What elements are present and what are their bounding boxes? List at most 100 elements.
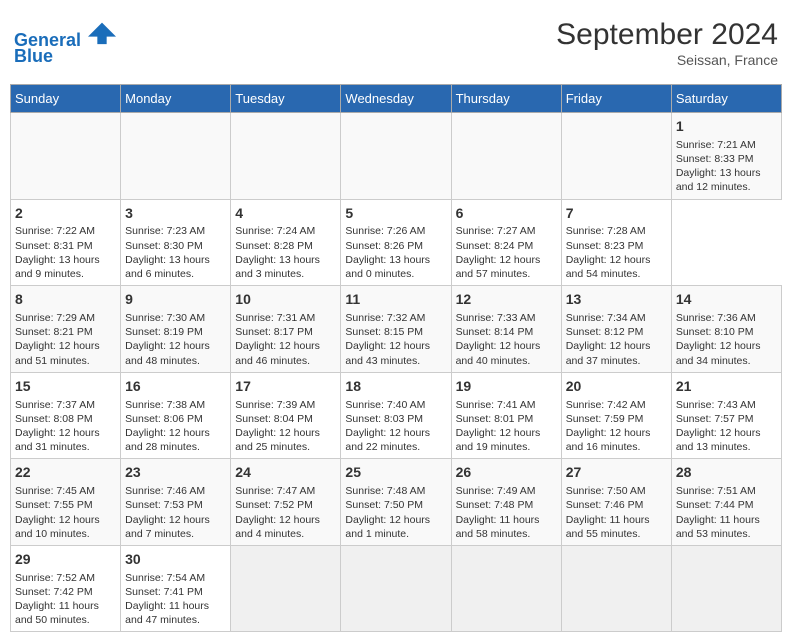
day-info: Sunrise: 7:21 AMSunset: 8:33 PMDaylight:… (676, 138, 777, 195)
day-info: Sunrise: 7:31 AMSunset: 8:17 PMDaylight:… (235, 311, 336, 368)
calendar-cell: 25 Sunrise: 7:48 AMSunset: 7:50 PMDayligh… (341, 459, 451, 546)
calendar-cell: 9Sunrise: 7:30 AMSunset: 8:19 PMDaylight… (121, 286, 231, 373)
calendar-cell: 2Sunrise: 7:22 AMSunset: 8:31 PMDaylight… (11, 199, 121, 286)
day-info: Sunrise: 7:24 AMSunset: 8:28 PMDaylight:… (235, 224, 336, 281)
day-info: Sunrise: 7:48 AMSunset: 7:50 PMDaylight:… (345, 484, 446, 541)
calendar-cell (561, 545, 671, 632)
day-number: 7 (566, 204, 667, 223)
calendar-cell: 13 Sunrise: 7:34 AMSunset: 8:12 PMDayligh… (561, 286, 671, 373)
day-info: Sunrise: 7:27 AMSunset: 8:24 PMDaylight:… (456, 224, 557, 281)
calendar-cell: 23Sunrise: 7:46 AMSunset: 7:53 PMDayligh… (121, 459, 231, 546)
calendar-cell (561, 113, 671, 200)
day-info: Sunrise: 7:33 AMSunset: 8:14 PMDaylight:… (456, 311, 557, 368)
calendar-cell: 24 Sunrise: 7:47 AMSunset: 7:52 PMDayligh… (231, 459, 341, 546)
day-number: 17 (235, 377, 336, 396)
calendar-week-5: 29 Sunrise: 7:52 AMSunset: 7:42 PMDayligh… (11, 545, 782, 632)
calendar-cell: 19 Sunrise: 7:41 AMSunset: 8:01 PMDayligh… (451, 372, 561, 459)
day-number: 16 (125, 377, 226, 396)
calendar-cell: 6Sunrise: 7:27 AMSunset: 8:24 PMDaylight… (451, 199, 561, 286)
title-block: September 2024 Seissan, France (556, 18, 778, 68)
day-number: 12 (456, 290, 557, 309)
day-number: 22 (15, 463, 116, 482)
day-info: Sunrise: 7:26 AMSunset: 8:26 PMDaylight:… (345, 224, 446, 281)
calendar-cell: 20 Sunrise: 7:42 AMSunset: 7:59 PMDayligh… (561, 372, 671, 459)
day-number: 13 (566, 290, 667, 309)
day-info: Sunrise: 7:49 AMSunset: 7:48 PMDaylight:… (456, 484, 557, 541)
calendar-cell: 17 Sunrise: 7:39 AMSunset: 8:04 PMDayligh… (231, 372, 341, 459)
calendar-week-2: 8Sunrise: 7:29 AMSunset: 8:21 PMDaylight… (11, 286, 782, 373)
calendar-cell: 7Sunrise: 7:28 AMSunset: 8:23 PMDaylight… (561, 199, 671, 286)
day-info: Sunrise: 7:54 AMSunset: 7:41 PMDaylight:… (125, 571, 226, 628)
col-header-monday: Monday (121, 85, 231, 113)
day-info: Sunrise: 7:39 AMSunset: 8:04 PMDaylight:… (235, 398, 336, 455)
calendar-cell (231, 113, 341, 200)
day-info: Sunrise: 7:38 AMSunset: 8:06 PMDaylight:… (125, 398, 226, 455)
calendar-week-0: 1 Sunrise: 7:21 AMSunset: 8:33 PMDaylight… (11, 113, 782, 200)
day-number: 14 (676, 290, 777, 309)
day-number: 11 (345, 290, 446, 309)
day-number: 24 (235, 463, 336, 482)
col-header-tuesday: Tuesday (231, 85, 341, 113)
day-number: 1 (676, 117, 777, 136)
calendar-cell (121, 113, 231, 200)
day-info: Sunrise: 7:50 AMSunset: 7:46 PMDaylight:… (566, 484, 667, 541)
day-info: Sunrise: 7:52 AMSunset: 7:42 PMDaylight:… (15, 571, 116, 628)
day-info: Sunrise: 7:45 AMSunset: 7:55 PMDaylight:… (15, 484, 116, 541)
day-number: 5 (345, 204, 446, 223)
day-number: 15 (15, 377, 116, 396)
calendar-cell (451, 113, 561, 200)
calendar-week-3: 15Sunrise: 7:37 AMSunset: 8:08 PMDayligh… (11, 372, 782, 459)
day-info: Sunrise: 7:30 AMSunset: 8:19 PMDaylight:… (125, 311, 226, 368)
day-number: 6 (456, 204, 557, 223)
calendar-cell (341, 113, 451, 200)
calendar-cell: 14 Sunrise: 7:36 AMSunset: 8:10 PMDayligh… (671, 286, 781, 373)
calendar-cell: 26 Sunrise: 7:49 AMSunset: 7:48 PMDayligh… (451, 459, 561, 546)
calendar-cell (451, 545, 561, 632)
day-number: 26 (456, 463, 557, 482)
calendar-week-1: 2Sunrise: 7:22 AMSunset: 8:31 PMDaylight… (11, 199, 782, 286)
day-number: 25 (345, 463, 446, 482)
calendar-cell: 5Sunrise: 7:26 AMSunset: 8:26 PMDaylight… (341, 199, 451, 286)
day-number: 30 (125, 550, 226, 569)
calendar-cell (231, 545, 341, 632)
day-info: Sunrise: 7:36 AMSunset: 8:10 PMDaylight:… (676, 311, 777, 368)
calendar-cell: 27 Sunrise: 7:50 AMSunset: 7:46 PMDayligh… (561, 459, 671, 546)
day-info: Sunrise: 7:46 AMSunset: 7:53 PMDaylight:… (125, 484, 226, 541)
calendar-cell: 11 Sunrise: 7:32 AMSunset: 8:15 PMDayligh… (341, 286, 451, 373)
calendar-cell: 3Sunrise: 7:23 AMSunset: 8:30 PMDaylight… (121, 199, 231, 286)
col-header-friday: Friday (561, 85, 671, 113)
day-info: Sunrise: 7:34 AMSunset: 8:12 PMDaylight:… (566, 311, 667, 368)
calendar-cell (671, 545, 781, 632)
day-number: 20 (566, 377, 667, 396)
page-subtitle: Seissan, France (556, 52, 778, 68)
day-number: 3 (125, 204, 226, 223)
day-number: 28 (676, 463, 777, 482)
col-header-wednesday: Wednesday (341, 85, 451, 113)
day-info: Sunrise: 7:41 AMSunset: 8:01 PMDaylight:… (456, 398, 557, 455)
calendar-cell: 29 Sunrise: 7:52 AMSunset: 7:42 PMDayligh… (11, 545, 121, 632)
calendar-cell (11, 113, 121, 200)
day-number: 21 (676, 377, 777, 396)
day-info: Sunrise: 7:28 AMSunset: 8:23 PMDaylight:… (566, 224, 667, 281)
day-info: Sunrise: 7:42 AMSunset: 7:59 PMDaylight:… (566, 398, 667, 455)
day-number: 4 (235, 204, 336, 223)
calendar-cell: 22 Sunrise: 7:45 AMSunset: 7:55 PMDayligh… (11, 459, 121, 546)
day-info: Sunrise: 7:47 AMSunset: 7:52 PMDaylight:… (235, 484, 336, 541)
calendar-cell: 21 Sunrise: 7:43 AMSunset: 7:57 PMDayligh… (671, 372, 781, 459)
calendar-table: SundayMondayTuesdayWednesdayThursdayFrid… (10, 84, 782, 632)
calendar-cell: 18Sunrise: 7:40 AMSunset: 8:03 PMDayligh… (341, 372, 451, 459)
calendar-cell (341, 545, 451, 632)
day-number: 19 (456, 377, 557, 396)
calendar-week-4: 22 Sunrise: 7:45 AMSunset: 7:55 PMDayligh… (11, 459, 782, 546)
calendar-cell: 28 Sunrise: 7:51 AMSunset: 7:44 PMDayligh… (671, 459, 781, 546)
day-number: 27 (566, 463, 667, 482)
calendar-cell: 30 Sunrise: 7:54 AMSunset: 7:41 PMDayligh… (121, 545, 231, 632)
calendar-cell: 12 Sunrise: 7:33 AMSunset: 8:14 PMDayligh… (451, 286, 561, 373)
day-info: Sunrise: 7:22 AMSunset: 8:31 PMDaylight:… (15, 224, 116, 281)
col-header-sunday: Sunday (11, 85, 121, 113)
day-info: Sunrise: 7:32 AMSunset: 8:15 PMDaylight:… (345, 311, 446, 368)
day-info: Sunrise: 7:43 AMSunset: 7:57 PMDaylight:… (676, 398, 777, 455)
calendar-cell: 16 Sunrise: 7:38 AMSunset: 8:06 PMDayligh… (121, 372, 231, 459)
day-number: 29 (15, 550, 116, 569)
day-info: Sunrise: 7:51 AMSunset: 7:44 PMDaylight:… (676, 484, 777, 541)
